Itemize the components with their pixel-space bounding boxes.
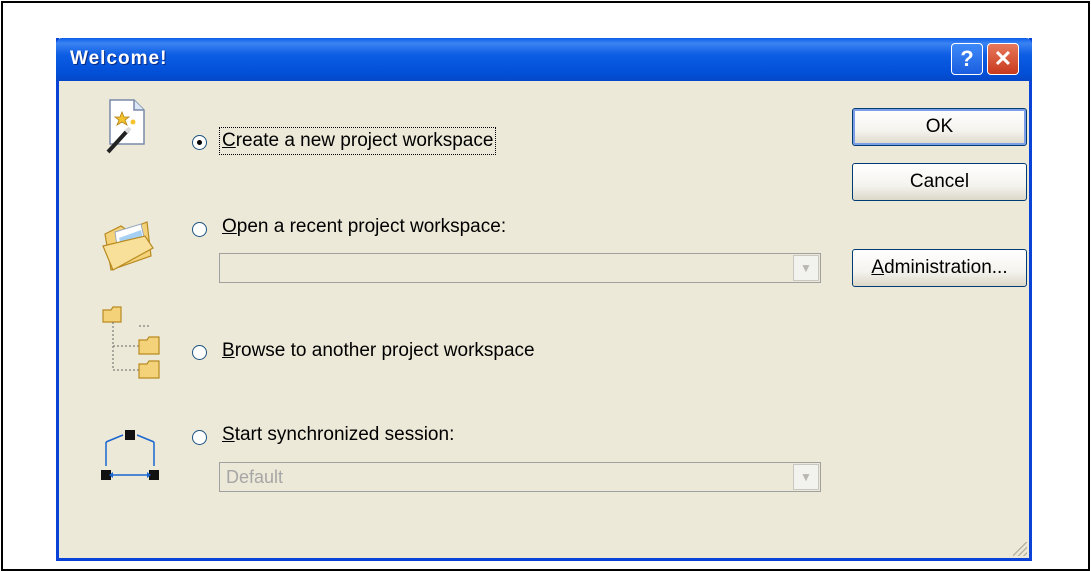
session-combo[interactable]: Default ▼ <box>219 462 821 492</box>
radio-browse[interactable] <box>192 345 207 360</box>
resize-grip[interactable] <box>1013 542 1027 556</box>
radio-open-recent[interactable] <box>192 222 207 237</box>
dialog-title: Welcome! <box>70 48 168 69</box>
open-folder-icon <box>102 221 154 271</box>
ok-button[interactable]: OK <box>852 108 1027 146</box>
session-value: Default <box>226 467 284 487</box>
new-project-wand-icon <box>106 99 145 154</box>
welcome-dialog: Welcome! ? ✕ Create a new project worksp… <box>56 38 1032 561</box>
radio-create-new[interactable] <box>192 135 207 150</box>
cancel-button[interactable]: Cancel <box>852 163 1027 201</box>
browse-label[interactable]: Browse to another project workspace <box>222 340 535 362</box>
chevron-down-icon[interactable]: ▼ <box>793 464 819 490</box>
title-bar[interactable]: Welcome! ? ✕ <box>56 38 1032 81</box>
close-button[interactable]: ✕ <box>987 43 1019 75</box>
create-new-label[interactable]: Create a new project workspace <box>218 127 497 155</box>
sync-session-label[interactable]: Start synchronized session: <box>222 424 454 446</box>
open-recent-label[interactable]: Open a recent project workspace: <box>222 216 506 238</box>
chevron-down-icon[interactable]: ▼ <box>793 255 819 281</box>
administration-button[interactable]: Administration... <box>852 249 1027 287</box>
recent-workspace-combo[interactable]: ▼ <box>219 253 821 283</box>
help-button[interactable]: ? <box>951 43 983 75</box>
synchronized-session-icon <box>101 430 159 480</box>
radio-sync-session[interactable] <box>192 430 207 445</box>
folder-tree-icon <box>102 306 160 379</box>
